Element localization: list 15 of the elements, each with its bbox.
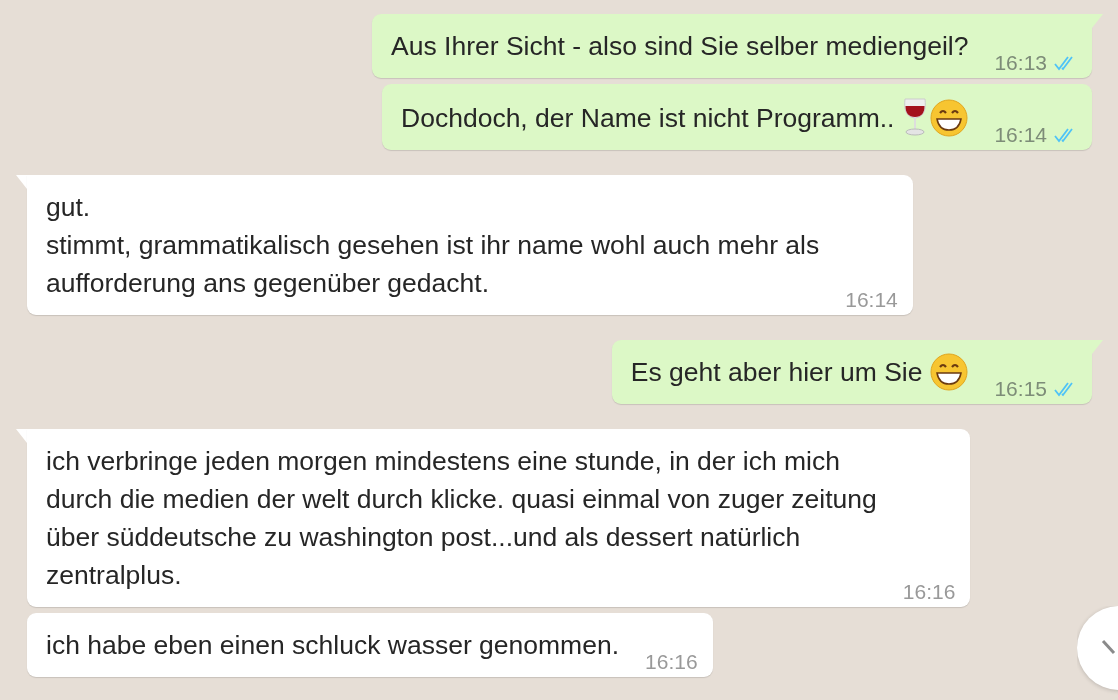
message-time: 16:14 [994,123,1047,147]
message-text: Dochdoch, der Name ist nicht Programm.. [401,102,895,135]
message-time: 16:15 [994,377,1047,401]
wine-glass-icon [902,97,929,137]
message-text: gut. stimmt, grammatikalisch gesehen ist ihr name wohl auch mehr als aufforderung ans gegenüber gedacht. [46,191,820,300]
message-text: Es geht aber hier um Sie [630,356,923,389]
message-time: 16:14 [845,288,898,312]
message-time: 16:13 [994,51,1047,75]
message-time: 16:16 [645,650,698,674]
message-text: Aus Ihrer Sicht - also sind Sie selber mediengeil? [391,30,969,63]
message-text: ich habe eben einen schluck wasser genommen. [46,629,620,662]
message-time: 16:16 [902,580,956,604]
grinning-emoji-icon [930,99,969,137]
grinning-emoji-icon [930,353,969,391]
message-text: ich verbringe jeden morgen mindestens eine stunde, in der ich mich durch die medien der welt durch klicke. quasi einmal von zuger zeitung über süddeutsche zu washington post...und als dessert natürlich zentralplus. [46,445,877,592]
